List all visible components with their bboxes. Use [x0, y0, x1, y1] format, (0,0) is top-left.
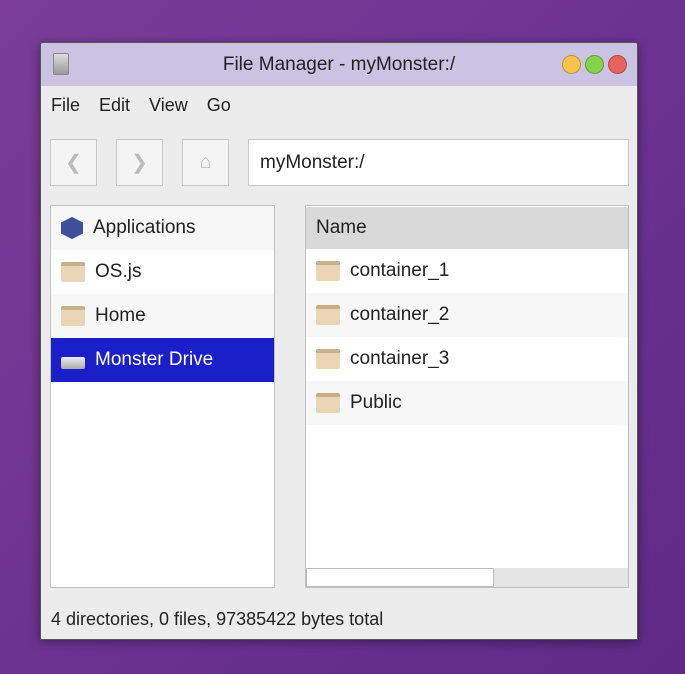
sidebar-item-osjs[interactable]: OS.js [51, 250, 274, 294]
maximize-button[interactable] [585, 55, 604, 74]
forward-button[interactable]: ❯ [116, 139, 163, 186]
folder-icon [316, 261, 340, 281]
column-header-name[interactable]: Name [306, 207, 628, 249]
address-input[interactable]: myMonster:/ [248, 139, 629, 186]
minimize-button[interactable] [562, 55, 581, 74]
menu-bar: File Edit View Go [51, 95, 231, 116]
forward-icon: ❯ [131, 152, 148, 174]
home-folder-icon [61, 306, 85, 326]
file-list: Name container_1 container_2 container_3… [305, 205, 629, 588]
folder-icon [316, 305, 340, 325]
status-bar: 4 directories, 0 files, 97385422 bytes t… [51, 609, 384, 629]
drive-icon [61, 357, 85, 369]
applications-icon [61, 217, 83, 239]
menu-go[interactable]: Go [207, 95, 231, 116]
list-item[interactable]: Public [306, 381, 628, 425]
title-bar[interactable]: File Manager - myMonster:/ [41, 43, 637, 86]
sidebar-item-home[interactable]: Home [51, 294, 274, 338]
folder-icon [316, 393, 340, 413]
menu-view[interactable]: View [149, 95, 188, 116]
home-button[interactable]: ⌂ [182, 139, 229, 186]
horizontal-scrollbar[interactable] [306, 568, 628, 587]
scrollbar-thumb[interactable] [306, 568, 494, 587]
sidebar-item-applications[interactable]: Applications [51, 206, 274, 250]
back-button[interactable]: ❮ [50, 139, 97, 186]
menu-file[interactable]: File [51, 95, 80, 116]
app-icon [53, 53, 69, 75]
menu-edit[interactable]: Edit [99, 95, 130, 116]
window-title: File Manager - myMonster:/ [222, 53, 456, 75]
list-item[interactable]: container_1 [306, 249, 628, 293]
folder-icon [316, 349, 340, 369]
close-button[interactable] [608, 55, 627, 74]
sidebar: Applications OS.js Home Monster Drive [50, 205, 275, 588]
back-icon: ❮ [65, 152, 82, 174]
folder-icon [61, 262, 85, 282]
list-item[interactable]: container_3 [306, 337, 628, 381]
home-icon: ⌂ [199, 151, 212, 173]
sidebar-item-monster-drive[interactable]: Monster Drive [51, 338, 274, 382]
file-manager-window: File Manager - myMonster:/ File Edit Vie… [40, 42, 638, 640]
list-item[interactable]: container_2 [306, 293, 628, 337]
